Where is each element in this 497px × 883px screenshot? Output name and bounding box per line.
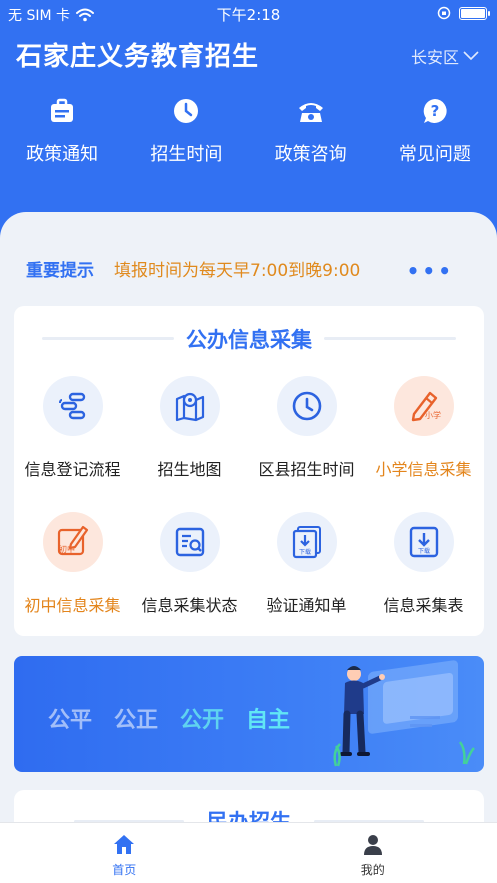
- tab-home[interactable]: 首页: [0, 823, 249, 883]
- user-icon: [363, 835, 382, 855]
- public-info-card: 公办信息采集 信息登记流程 招生地图 区县招生时间 小学 小学信息采集 初中 初…: [14, 306, 484, 636]
- grid-item-enroll-map[interactable]: 招生地图: [131, 376, 248, 480]
- grid-label: 信息登记流程: [24, 460, 121, 479]
- nav-label: 常见问题: [398, 144, 471, 165]
- slogan-text: 公平: [48, 708, 93, 733]
- status-time: 下午2:18: [216, 6, 281, 24]
- svg-text:?: ?: [431, 102, 440, 120]
- flow-icon: [58, 392, 85, 420]
- app-title: 石家庄义务教育招生: [16, 42, 260, 72]
- badge-text: 下载: [298, 548, 310, 556]
- top-nav: 政策通知 招生时间 政策咨询 ? 常见问题: [0, 96, 497, 166]
- badge-text: 小学: [425, 410, 441, 420]
- grid-label: 招生地图: [157, 460, 222, 479]
- phone-icon: [298, 103, 323, 122]
- rotation-lock-icon: [437, 6, 451, 20]
- grid-label: 信息采集表: [383, 596, 464, 615]
- slogan-banner[interactable]: 公平 公正 公开 自主: [14, 656, 484, 772]
- slogan-text: 公开: [180, 708, 225, 733]
- pencil-icon: 小学: [411, 391, 441, 422]
- grid-label: 初中信息采集: [24, 596, 121, 615]
- section-title: 公办信息采集: [186, 328, 312, 352]
- clock-icon: [292, 391, 321, 421]
- district-selector[interactable]: 长安区: [411, 44, 479, 68]
- grid-item-verify-notice[interactable]: 下载 验证通知单: [248, 512, 365, 616]
- grid-label: 验证通知单: [266, 596, 347, 615]
- clock-icon: [174, 99, 199, 123]
- more-icon[interactable]: •••: [407, 259, 454, 283]
- banner-illustration: [333, 660, 475, 767]
- grid-item-collect-status[interactable]: 信息采集状态: [131, 512, 248, 616]
- chevron-down-icon: [463, 51, 479, 61]
- slogan-text: 公正: [114, 708, 159, 733]
- battery-icon: [459, 6, 490, 20]
- district-label: 长安区: [410, 48, 459, 67]
- notice-text: 填报时间为每天早7:00到晚9:00: [114, 260, 361, 281]
- map-icon: [175, 392, 204, 422]
- important-notice[interactable]: 重要提示 填报时间为每天早7:00到晚9:00 •••: [26, 257, 466, 283]
- grid-label: 区县招生时间: [258, 460, 355, 479]
- grid-item-district-time[interactable]: 区县招生时间: [248, 376, 365, 480]
- nav-faq[interactable]: ? 常见问题: [373, 96, 497, 166]
- slogan-text: 自主: [246, 708, 291, 733]
- pencil-icon: 初中: [57, 525, 88, 556]
- question-icon: ?: [423, 99, 447, 123]
- notice-tag: 重要提示: [26, 260, 94, 281]
- tab-label: 我的: [360, 863, 385, 877]
- nav-policy-consult[interactable]: 政策咨询: [249, 96, 373, 166]
- briefcase-icon: [51, 98, 74, 122]
- badge-text: 初中: [59, 544, 75, 554]
- grid-item-middle-collect[interactable]: 初中 初中信息采集: [14, 512, 131, 616]
- search-doc-icon: [175, 527, 204, 557]
- download-doc-icon: 下载: [409, 526, 438, 558]
- grid-item-registration-flow[interactable]: 信息登记流程: [14, 376, 131, 480]
- tab-mine[interactable]: 我的: [249, 823, 497, 883]
- nav-enroll-time[interactable]: 招生时间: [124, 96, 248, 166]
- grid-label: 小学信息采集: [375, 460, 472, 479]
- grid-item-collect-form[interactable]: 下载 信息采集表: [365, 512, 482, 616]
- bottom-tabbar: 首页 我的: [0, 822, 497, 883]
- nav-label: 政策通知: [26, 144, 99, 165]
- grid-label: 信息采集状态: [141, 596, 238, 615]
- tab-label: 首页: [112, 863, 137, 877]
- badge-text: 下载: [417, 547, 429, 555]
- download-doc-icon: 下载: [292, 526, 321, 559]
- grid-item-primary-collect[interactable]: 小学 小学信息采集: [365, 376, 482, 480]
- nav-label: 招生时间: [150, 144, 223, 165]
- status-bar: 无 SIM 卡 下午2:18: [0, 0, 497, 28]
- nav-policy-notice[interactable]: 政策通知: [0, 96, 124, 166]
- nav-label: 政策咨询: [274, 144, 347, 165]
- home-icon: [114, 835, 135, 854]
